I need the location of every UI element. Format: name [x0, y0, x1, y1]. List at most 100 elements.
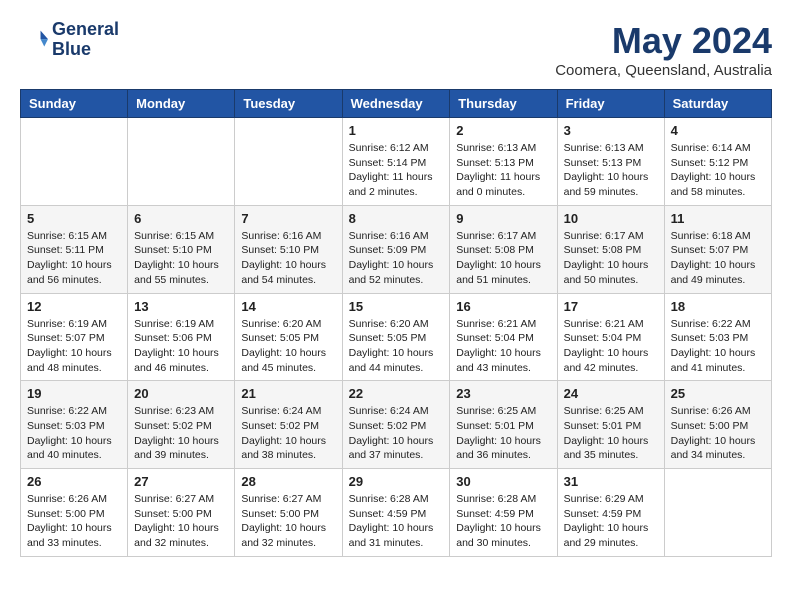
- day-info: Sunrise: 6:27 AM Sunset: 5:00 PM Dayligh…: [134, 492, 228, 551]
- day-info: Sunrise: 6:14 AM Sunset: 5:12 PM Dayligh…: [671, 141, 765, 200]
- day-number: 7: [241, 211, 335, 226]
- day-info: Sunrise: 6:28 AM Sunset: 4:59 PM Dayligh…: [456, 492, 550, 551]
- day-number: 27: [134, 474, 228, 489]
- calendar-cell: 4 Sunrise: 6:14 AM Sunset: 5:12 PM Daylig…: [664, 118, 771, 206]
- day-info: Sunrise: 6:25 AM Sunset: 5:01 PM Dayligh…: [456, 404, 550, 463]
- calendar-cell: 28 Sunrise: 6:27 AM Sunset: 5:00 PM Dayli…: [235, 469, 342, 557]
- logo: General Blue: [20, 20, 119, 60]
- calendar-cell: 18Sunrise: 6:22 AM Sunset: 5:03 PM Dayli…: [664, 293, 771, 381]
- weekday-header: Thursday: [450, 90, 557, 118]
- weekday-header: Tuesday: [235, 90, 342, 118]
- day-info: Sunrise: 6:22 AM Sunset: 5:03 PM Dayligh…: [27, 404, 121, 463]
- weekday-header: Saturday: [664, 90, 771, 118]
- calendar-week-row: 19 Sunrise: 6:22 AM Sunset: 5:03 PM Dayli…: [21, 381, 772, 469]
- day-number: 24: [564, 386, 658, 401]
- calendar-cell: [128, 118, 235, 206]
- day-number: 28: [241, 474, 335, 489]
- calendar-cell: 7 Sunrise: 6:16 AM Sunset: 5:10 PM Daylig…: [235, 205, 342, 293]
- calendar-table: SundayMondayTuesdayWednesdayThursdayFrid…: [20, 89, 772, 557]
- day-info: Sunrise: 6:17 AM Sunset: 5:08 PM Dayligh…: [456, 229, 550, 288]
- day-number: 2: [456, 123, 550, 138]
- day-info: Sunrise: 6:29 AM Sunset: 4:59 PM Dayligh…: [564, 492, 658, 551]
- calendar-cell: 21 Sunrise: 6:24 AM Sunset: 5:02 PM Dayli…: [235, 381, 342, 469]
- day-number: 23: [456, 386, 550, 401]
- day-number: 26: [27, 474, 121, 489]
- day-number: 9: [456, 211, 550, 226]
- day-info: Sunrise: 6:24 AM Sunset: 5:02 PM Dayligh…: [241, 404, 335, 463]
- calendar-week-row: 5 Sunrise: 6:15 AM Sunset: 5:11 PM Daylig…: [21, 205, 772, 293]
- day-info: Sunrise: 6:22 AM Sunset: 5:03 PM Dayligh…: [671, 317, 765, 376]
- month-title: May 2024: [555, 20, 772, 62]
- day-number: 6: [134, 211, 228, 226]
- calendar-cell: 6 Sunrise: 6:15 AM Sunset: 5:10 PM Daylig…: [128, 205, 235, 293]
- calendar-cell: 27 Sunrise: 6:27 AM Sunset: 5:00 PM Dayli…: [128, 469, 235, 557]
- day-info: Sunrise: 6:21 AM Sunset: 5:04 PM Dayligh…: [456, 317, 550, 376]
- day-number: 4: [671, 123, 765, 138]
- weekday-header-row: SundayMondayTuesdayWednesdayThursdayFrid…: [21, 90, 772, 118]
- day-info: Sunrise: 6:15 AM Sunset: 5:11 PM Dayligh…: [27, 229, 121, 288]
- calendar-cell: 25 Sunrise: 6:26 AM Sunset: 5:00 PM Dayli…: [664, 381, 771, 469]
- day-number: 12: [27, 299, 121, 314]
- day-number: 8: [349, 211, 444, 226]
- calendar-cell: 11 Sunrise: 6:18 AM Sunset: 5:07 PM Dayli…: [664, 205, 771, 293]
- calendar-cell: 31Sunrise: 6:29 AM Sunset: 4:59 PM Dayli…: [557, 469, 664, 557]
- day-info: Sunrise: 6:26 AM Sunset: 5:00 PM Dayligh…: [671, 404, 765, 463]
- calendar-cell: [664, 469, 771, 557]
- day-number: 1: [349, 123, 444, 138]
- day-number: 15: [349, 299, 444, 314]
- day-info: Sunrise: 6:23 AM Sunset: 5:02 PM Dayligh…: [134, 404, 228, 463]
- day-number: 21: [241, 386, 335, 401]
- weekday-header: Sunday: [21, 90, 128, 118]
- day-info: Sunrise: 6:18 AM Sunset: 5:07 PM Dayligh…: [671, 229, 765, 288]
- day-info: Sunrise: 6:28 AM Sunset: 4:59 PM Dayligh…: [349, 492, 444, 551]
- day-info: Sunrise: 6:19 AM Sunset: 5:06 PM Dayligh…: [134, 317, 228, 376]
- calendar-cell: 1Sunrise: 6:12 AM Sunset: 5:14 PM Daylig…: [342, 118, 450, 206]
- page-header: General Blue May 2024 Coomera, Queenslan…: [20, 20, 772, 79]
- day-info: Sunrise: 6:24 AM Sunset: 5:02 PM Dayligh…: [349, 404, 444, 463]
- weekday-header: Monday: [128, 90, 235, 118]
- day-info: Sunrise: 6:26 AM Sunset: 5:00 PM Dayligh…: [27, 492, 121, 551]
- day-number: 17: [564, 299, 658, 314]
- calendar-cell: 22 Sunrise: 6:24 AM Sunset: 5:02 PM Dayli…: [342, 381, 450, 469]
- weekday-header: Wednesday: [342, 90, 450, 118]
- calendar-cell: [21, 118, 128, 206]
- day-number: 5: [27, 211, 121, 226]
- calendar-week-row: 26 Sunrise: 6:26 AM Sunset: 5:00 PM Dayli…: [21, 469, 772, 557]
- day-number: 13: [134, 299, 228, 314]
- day-info: Sunrise: 6:21 AM Sunset: 5:04 PM Dayligh…: [564, 317, 658, 376]
- calendar-cell: 8 Sunrise: 6:16 AM Sunset: 5:09 PM Daylig…: [342, 205, 450, 293]
- day-number: 16: [456, 299, 550, 314]
- day-info: Sunrise: 6:17 AM Sunset: 5:08 PM Dayligh…: [564, 229, 658, 288]
- logo-text: General Blue: [52, 20, 119, 60]
- day-info: Sunrise: 6:15 AM Sunset: 5:10 PM Dayligh…: [134, 229, 228, 288]
- day-info: Sunrise: 6:16 AM Sunset: 5:09 PM Dayligh…: [349, 229, 444, 288]
- calendar-cell: [235, 118, 342, 206]
- calendar-cell: 14Sunrise: 6:20 AM Sunset: 5:05 PM Dayli…: [235, 293, 342, 381]
- day-number: 14: [241, 299, 335, 314]
- calendar-cell: 9 Sunrise: 6:17 AM Sunset: 5:08 PM Daylig…: [450, 205, 557, 293]
- day-number: 30: [456, 474, 550, 489]
- calendar-cell: 15 Sunrise: 6:20 AM Sunset: 5:05 PM Dayli…: [342, 293, 450, 381]
- day-info: Sunrise: 6:13 AM Sunset: 5:13 PM Dayligh…: [564, 141, 658, 200]
- day-number: 29: [349, 474, 444, 489]
- calendar-week-row: 1Sunrise: 6:12 AM Sunset: 5:14 PM Daylig…: [21, 118, 772, 206]
- day-info: Sunrise: 6:20 AM Sunset: 5:05 PM Dayligh…: [349, 317, 444, 376]
- day-number: 10: [564, 211, 658, 226]
- calendar-cell: 5 Sunrise: 6:15 AM Sunset: 5:11 PM Daylig…: [21, 205, 128, 293]
- calendar-cell: 3Sunrise: 6:13 AM Sunset: 5:13 PM Daylig…: [557, 118, 664, 206]
- calendar-cell: 30 Sunrise: 6:28 AM Sunset: 4:59 PM Dayli…: [450, 469, 557, 557]
- day-number: 11: [671, 211, 765, 226]
- day-info: Sunrise: 6:16 AM Sunset: 5:10 PM Dayligh…: [241, 229, 335, 288]
- calendar-cell: 13 Sunrise: 6:19 AM Sunset: 5:06 PM Dayli…: [128, 293, 235, 381]
- calendar-cell: 29 Sunrise: 6:28 AM Sunset: 4:59 PM Dayli…: [342, 469, 450, 557]
- location-subtitle: Coomera, Queensland, Australia: [555, 62, 772, 79]
- day-info: Sunrise: 6:27 AM Sunset: 5:00 PM Dayligh…: [241, 492, 335, 551]
- calendar-cell: 10 Sunrise: 6:17 AM Sunset: 5:08 PM Dayli…: [557, 205, 664, 293]
- day-number: 22: [349, 386, 444, 401]
- calendar-cell: 19 Sunrise: 6:22 AM Sunset: 5:03 PM Dayli…: [21, 381, 128, 469]
- calendar-cell: 23 Sunrise: 6:25 AM Sunset: 5:01 PM Dayli…: [450, 381, 557, 469]
- day-number: 25: [671, 386, 765, 401]
- calendar-body: 1Sunrise: 6:12 AM Sunset: 5:14 PM Daylig…: [21, 118, 772, 557]
- day-number: 19: [27, 386, 121, 401]
- day-info: Sunrise: 6:19 AM Sunset: 5:07 PM Dayligh…: [27, 317, 121, 376]
